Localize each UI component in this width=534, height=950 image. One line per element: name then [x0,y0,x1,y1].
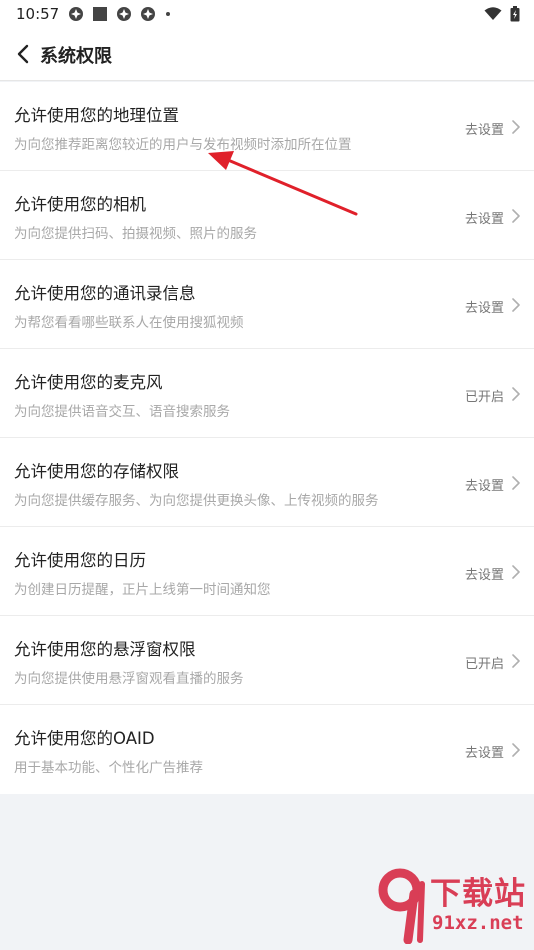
permission-list: 允许使用您的地理位置 为向您推荐距离您较近的用户与发布视频时添加所在位置 去设置… [0,82,534,794]
more-dot-icon [166,12,170,16]
chevron-right-icon [512,476,520,490]
permission-desc: 为帮您看看哪些联系人在使用搜狐视频 [14,315,244,331]
permission-title: 允许使用您的日历 [14,551,146,570]
permission-title: 允许使用您的通讯录信息 [14,284,196,303]
permission-status: 已开启 [464,390,504,405]
permission-desc: 为创建日历提醒，正片上线第一时间通知您 [14,582,271,598]
back-button[interactable] [10,40,36,68]
app-notification-icon [117,7,131,21]
watermark-brand: 下载站 [430,876,526,912]
permission-title: 允许使用您的悬浮窗权限 [14,640,196,659]
permission-desc: 为向您提供扫码、拍摄视频、照片的服务 [14,226,257,242]
chevron-right-icon [512,120,520,134]
permission-row-oaid[interactable]: 允许使用您的OAID 用于基本功能、个性化广告推荐 去设置 [0,705,534,794]
image-notification-icon [93,7,107,21]
permission-status: 去设置 [464,479,504,494]
permission-status: 去设置 [464,301,504,316]
permission-status: 去设置 [464,212,504,227]
status-bar: 10:57 [0,0,534,28]
permission-row-microphone[interactable]: 允许使用您的麦克风 为向您提供语音交互、语音搜索服务 已开启 [0,349,534,438]
permission-title: 允许使用您的OAID [14,729,155,748]
system-icons [484,6,520,22]
chevron-right-icon [512,743,520,757]
chevron-left-icon [17,44,29,64]
permission-row-floating-window[interactable]: 允许使用您的悬浮窗权限 为向您提供使用悬浮窗观看直播的服务 已开启 [0,616,534,705]
permission-status: 去设置 [464,568,504,583]
chevron-right-icon [512,387,520,401]
permission-desc: 为向您推荐距离您较近的用户与发布视频时添加所在位置 [14,137,352,153]
permission-title: 允许使用您的相机 [14,195,146,214]
permission-desc: 为向您提供使用悬浮窗观看直播的服务 [14,671,244,687]
page-title: 系统权限 [40,46,112,67]
battery-charging-icon [510,6,520,22]
watermark: 下载站 91xz.net [378,866,530,946]
permission-title: 允许使用您的存储权限 [14,462,179,481]
permission-row-contacts[interactable]: 允许使用您的通讯录信息 为帮您看看哪些联系人在使用搜狐视频 去设置 [0,260,534,349]
permission-title: 允许使用您的麦克风 [14,373,163,392]
notification-icons [68,6,172,22]
permission-row-camera[interactable]: 允许使用您的相机 为向您提供扫码、拍摄视频、照片的服务 去设置 [0,171,534,260]
chevron-right-icon [512,209,520,223]
permission-desc: 为向您提供语音交互、语音搜索服务 [14,404,230,420]
permission-title: 允许使用您的地理位置 [14,106,179,125]
header: 系统权限 [0,28,534,81]
permission-row-calendar[interactable]: 允许使用您的日历 为创建日历提醒，正片上线第一时间通知您 去设置 [0,527,534,616]
watermark-domain: 91xz.net [432,912,524,934]
chevron-right-icon [512,654,520,668]
permission-status: 已开启 [464,657,504,672]
chevron-right-icon [512,298,520,312]
wifi-icon [484,7,502,20]
permission-row-storage[interactable]: 允许使用您的存储权限 为向您提供缓存服务、为向您提供更换头像、上传视频的服务 去… [0,438,534,527]
app-notification-icon [69,7,83,21]
status-time: 10:57 [16,5,60,23]
watermark-logo-icon [378,868,425,944]
permission-row-location[interactable]: 允许使用您的地理位置 为向您推荐距离您较近的用户与发布视频时添加所在位置 去设置 [0,82,534,171]
app-notification-icon [141,7,155,21]
permission-status: 去设置 [464,123,504,138]
permission-desc: 为向您提供缓存服务、为向您提供更换头像、上传视频的服务 [14,493,379,509]
chevron-right-icon [512,565,520,579]
permission-desc: 用于基本功能、个性化广告推荐 [14,760,203,776]
permission-status: 去设置 [464,746,504,761]
